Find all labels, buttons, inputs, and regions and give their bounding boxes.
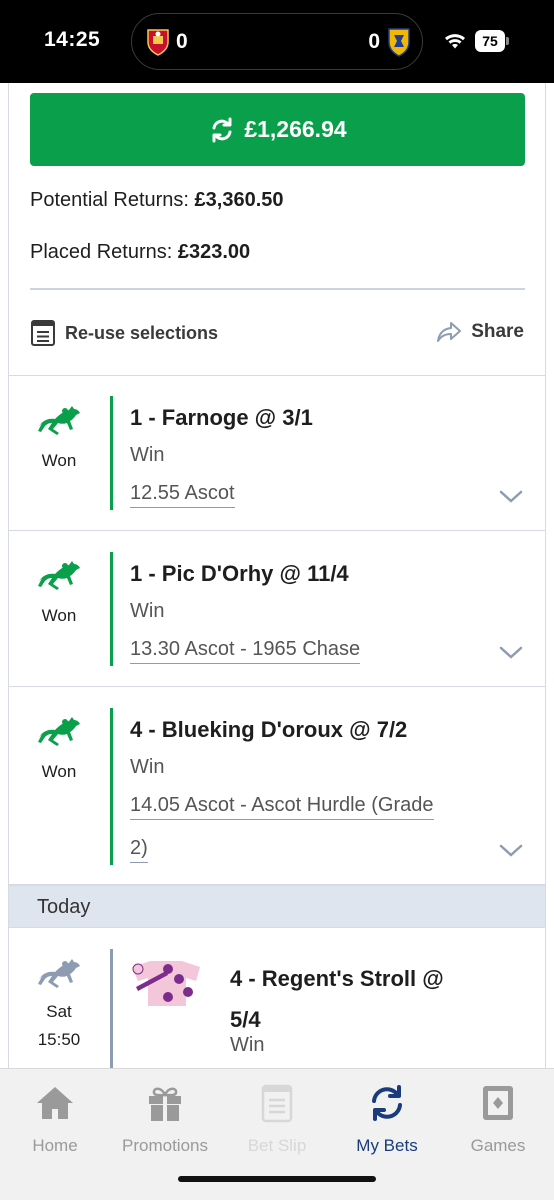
selection-market: Win xyxy=(130,756,165,778)
selection-row[interactable]: Won 1 - Farnoge @ 3/1 Win 12.55 Ascot xyxy=(8,376,546,531)
result-indicator-bar xyxy=(110,396,113,510)
race-time: 15:50 xyxy=(37,1030,81,1049)
result-status: Won xyxy=(41,762,77,781)
placed-returns-value: £323.00 xyxy=(177,241,251,263)
placed-returns: Placed Returns: £323.00 xyxy=(30,241,251,263)
refresh-arrows-icon xyxy=(372,1085,402,1121)
chevron-down-icon[interactable] xyxy=(499,646,523,660)
selection-title: 1 - Farnoge @ 3/1 xyxy=(130,405,313,430)
selection-row-pending[interactable]: Sat 15:50 4 - Regent's Stroll @ 5/4 Win xyxy=(8,928,546,1073)
event-link[interactable]: 12.55 Ascot xyxy=(130,472,235,515)
selection-market: Win xyxy=(130,600,165,622)
potential-returns: Potential Returns: £3,360.50 xyxy=(30,189,284,211)
selection-market: Win xyxy=(130,444,165,466)
racing-horse-icon xyxy=(38,406,80,435)
jockey-silks-icon xyxy=(132,961,200,1006)
status-bar: 14:25 0 0 75 xyxy=(0,0,554,83)
selection-title: 4 - Regent's Stroll @ 5/4 xyxy=(230,966,444,1032)
cash-out-amount: £1,266.94 xyxy=(244,116,347,142)
racing-horse-icon xyxy=(38,561,80,590)
potential-returns-value: £3,360.50 xyxy=(194,189,284,211)
share-button[interactable]: Share xyxy=(436,320,524,344)
cash-out-refresh-icon xyxy=(212,117,232,142)
racing-horse-icon xyxy=(38,959,80,988)
racing-horse-icon xyxy=(38,717,80,746)
nav-promotions[interactable]: Promotions xyxy=(110,1083,220,1156)
games-card-icon xyxy=(483,1086,513,1120)
share-arrow-icon xyxy=(437,322,462,342)
selection-row[interactable]: Won 1 - Pic D'Orhy @ 11/4 Win 13.30 Asco… xyxy=(8,531,546,687)
result-indicator-bar xyxy=(110,552,113,666)
wifi-icon xyxy=(445,34,465,49)
nav-home[interactable]: Home xyxy=(0,1083,110,1156)
nav-games[interactable]: Games xyxy=(443,1083,553,1156)
home-indicator[interactable] xyxy=(178,1176,376,1182)
live-score-island[interactable]: 0 0 xyxy=(131,13,423,70)
cash-out-button[interactable]: £1,266.94 xyxy=(30,93,525,166)
result-indicator-bar xyxy=(110,708,113,865)
selection-row[interactable]: Won 4 - Blueking D'oroux @ 7/2 Win 14.05… xyxy=(8,687,546,885)
battery-indicator: 75 xyxy=(475,30,509,52)
pending-indicator-bar xyxy=(110,949,113,1073)
selection-title: 4 - Blueking D'oroux @ 7/2 xyxy=(130,717,408,742)
chevron-down-icon[interactable] xyxy=(499,844,523,858)
score-left: 0 xyxy=(176,30,188,53)
event-link[interactable]: 13.30 Ascot - 1965 Chase xyxy=(130,628,361,671)
event-link[interactable]: 14.05 Ascot - Ascot Hurdle (Grade 2) xyxy=(130,784,434,870)
status-time: 14:25 xyxy=(44,28,101,51)
selection-title: 1 - Pic D'Orhy @ 11/4 xyxy=(130,561,349,586)
gift-icon xyxy=(149,1087,181,1121)
nav-bet-slip[interactable]: Bet Slip xyxy=(222,1083,332,1156)
nav-my-bets[interactable]: My Bets xyxy=(332,1083,442,1156)
result-status: Won xyxy=(41,606,77,625)
divider xyxy=(30,288,525,290)
result-status: Won xyxy=(41,451,77,470)
chevron-down-icon[interactable] xyxy=(499,490,523,504)
battery-level: 75 xyxy=(475,30,505,52)
bet-summary-card: £1,266.94 Potential Returns: £3,360.50 P… xyxy=(8,83,546,376)
team-crest-left-icon xyxy=(147,29,169,56)
section-header-today: Today xyxy=(8,885,546,928)
home-icon xyxy=(37,1087,73,1119)
betslip-icon xyxy=(261,1084,293,1123)
race-day: Sat xyxy=(46,1002,72,1021)
team-crest-right-icon xyxy=(388,28,410,57)
selection-market: Win xyxy=(230,1034,265,1056)
reuse-selections-button[interactable]: Re-use selections xyxy=(30,319,218,347)
document-list-icon xyxy=(31,320,55,346)
score-right: 0 xyxy=(368,30,380,53)
